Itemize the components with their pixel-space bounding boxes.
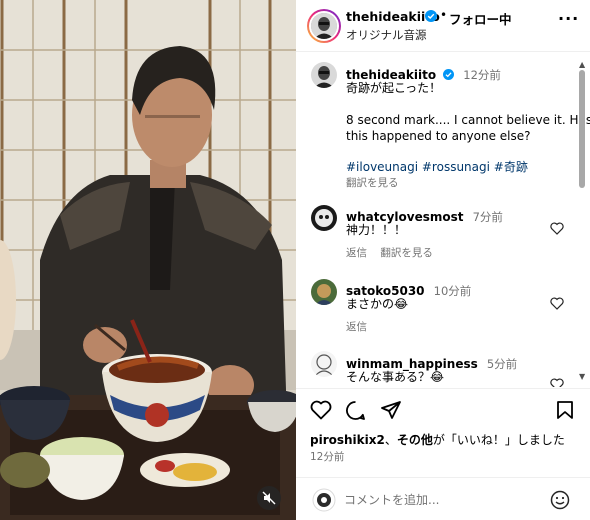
caption-avatar[interactable]: [311, 62, 337, 88]
more-options-button[interactable]: ···: [558, 9, 579, 28]
comment-text: 神力！！！: [346, 223, 407, 237]
caption-line: this happened to anyone else?: [346, 129, 531, 143]
bookmark-icon[interactable]: [556, 400, 574, 420]
share-icon[interactable]: [380, 400, 402, 420]
mute-toggle-button[interactable]: [257, 486, 281, 510]
comments-scrollbar[interactable]: ▲ ▼: [578, 60, 586, 386]
post-side-panel: thehideakiito • フォロー中 オリジナル音源 ··· thehid…: [296, 0, 590, 520]
emoji-icon[interactable]: [550, 490, 570, 510]
comment-text: そんな事ある？😂: [346, 370, 445, 384]
heart-icon[interactable]: [550, 297, 564, 310]
muted-speaker-icon: [262, 491, 276, 505]
reply-button[interactable]: 返信: [346, 319, 367, 334]
scrollbar-thumb[interactable]: [579, 70, 585, 188]
verified-badge-icon: [425, 10, 437, 22]
post-header: thehideakiito • フォロー中 オリジナル音源 ···: [296, 0, 590, 52]
comment-avatar[interactable]: [311, 279, 337, 305]
avatar-image: [311, 351, 337, 377]
comment-avatar[interactable]: [311, 351, 337, 377]
liker-username[interactable]: piroshikix2: [310, 433, 385, 447]
avatar-image: [311, 205, 337, 231]
caption-line: 奇跡が起こった！: [346, 81, 442, 95]
comment-time: 10分前: [433, 284, 472, 298]
comment-text: まさかの😂: [346, 297, 409, 311]
caption-translate-link[interactable]: 翻訳を見る: [346, 175, 399, 190]
audio-link[interactable]: オリジナル音源: [346, 27, 427, 43]
following-button[interactable]: フォロー中: [449, 9, 512, 28]
heart-icon[interactable]: [550, 222, 564, 235]
post-video[interactable]: [0, 0, 296, 520]
likes-others-link[interactable]: その他: [397, 433, 433, 447]
caption-time: 12分前: [463, 68, 501, 82]
heart-icon[interactable]: [310, 400, 332, 420]
add-comment-bar: [296, 477, 590, 520]
comment-time: 5分前: [486, 357, 518, 371]
comments-list[interactable]: thehideakiito 12分前 奇跡が起こった！ 8 second mar…: [296, 53, 590, 387]
comment-icon[interactable]: [345, 400, 366, 421]
video-frame-image: [0, 0, 296, 520]
comment-avatar[interactable]: [311, 205, 337, 231]
avatar-image: [311, 279, 337, 305]
likes-summary: piroshikix2、その他が「いいね！」しました: [310, 433, 565, 447]
verified-badge-icon: [443, 69, 455, 80]
comment-time: 7分前: [472, 210, 503, 224]
caption-line: 8 second mark.... I cannot believe it. H…: [346, 113, 590, 127]
comment-input[interactable]: [344, 490, 534, 510]
post-actions: piroshikix2、その他が「いいね！」しました 12分前: [296, 388, 590, 520]
user-avatar-small: [312, 488, 336, 512]
avatar-image: [311, 62, 337, 88]
reply-button[interactable]: 返信: [346, 247, 367, 259]
post-timestamp[interactable]: 12分前: [310, 449, 344, 464]
avatar[interactable]: [311, 13, 337, 39]
caption-hashtags[interactable]: #iloveunagi #rossunagi #奇跡: [346, 159, 528, 176]
heart-icon[interactable]: [550, 378, 564, 387]
separator-dot: •: [440, 8, 448, 22]
scroll-down-arrow-icon[interactable]: ▼: [579, 372, 585, 381]
comment-translate-link[interactable]: 翻訳を見る: [380, 247, 433, 259]
scroll-up-arrow-icon[interactable]: ▲: [579, 60, 585, 69]
avatar-image: [311, 13, 337, 39]
